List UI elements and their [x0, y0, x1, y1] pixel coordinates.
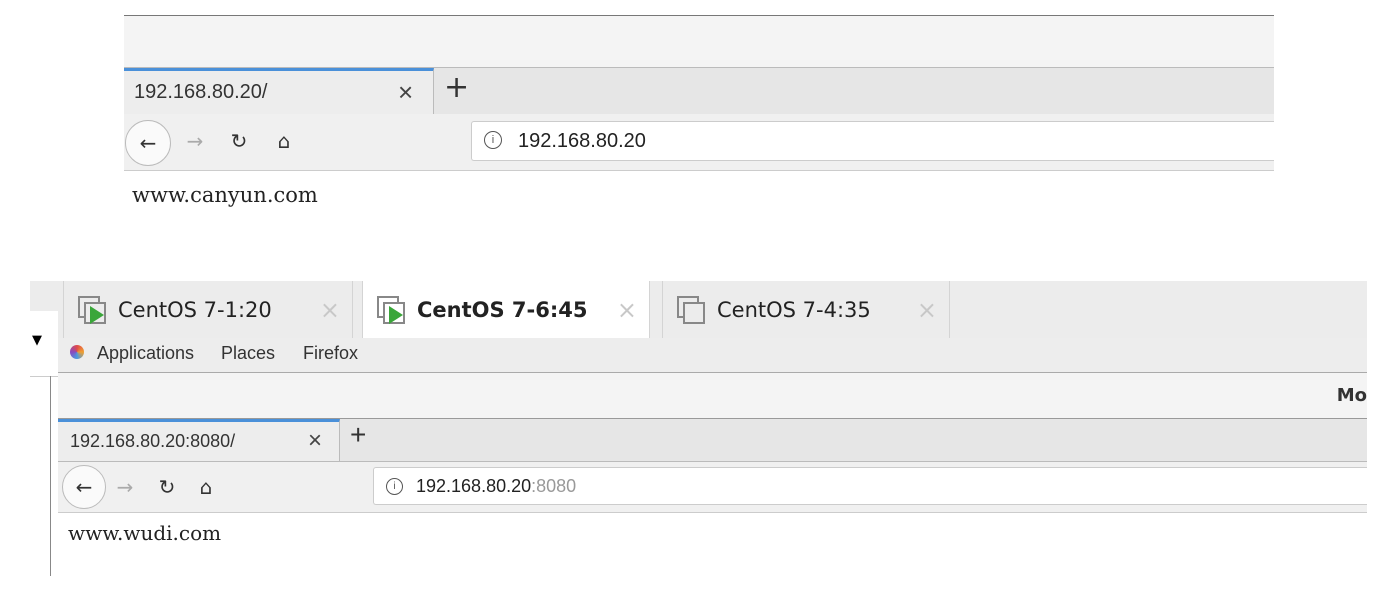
tab-title: 192.168.80.20:8080/: [70, 431, 236, 451]
left-panel-vline: [50, 376, 51, 576]
menu-applications[interactable]: Applications: [97, 343, 194, 364]
vm-tab-label: CentOS 7-4:35: [717, 297, 871, 322]
close-icon[interactable]: ×: [320, 296, 340, 324]
info-icon: i: [484, 131, 502, 149]
url-port: :8080: [531, 476, 577, 496]
back-button[interactable]: ←: [62, 465, 106, 509]
url-bar[interactable]: i 192.168.80.20: [471, 121, 1274, 161]
back-arrow-icon: ←: [75, 475, 93, 499]
left-panel-divider: [30, 376, 58, 377]
menu-firefox[interactable]: Firefox: [303, 343, 358, 364]
vm-tab-centos-7-1[interactable]: CentOS 7-1:20 ×: [63, 281, 353, 338]
tab-strip: 192.168.80.20/ × +: [124, 67, 1274, 115]
reload-icon: ↻: [158, 475, 176, 499]
vm-tab-label: CentOS 7-1:20: [118, 297, 272, 322]
new-tab-button[interactable]: +: [444, 70, 469, 105]
left-panel-top: [30, 281, 58, 311]
home-icon: ⌂: [199, 475, 213, 499]
vm-left-panel: ▼: [30, 281, 58, 576]
top-browser-window: 192.168.80.20/ × + ← → ↻ ⌂ i 192.168.80.…: [124, 15, 1274, 171]
new-tab-button[interactable]: +: [350, 419, 366, 451]
applications-icon: [70, 345, 84, 359]
vm-tab-label: CentOS 7-6:45: [417, 297, 588, 322]
window-title: Mo: [1336, 385, 1367, 406]
back-button[interactable]: ←: [125, 120, 171, 166]
browser-tab[interactable]: 192.168.80.20:8080/ ×: [58, 419, 340, 461]
reload-button[interactable]: ↻: [224, 126, 254, 156]
bottom-tab-strip: 192.168.80.20:8080/ × +: [58, 419, 1367, 462]
vm-tab-centos-7-4[interactable]: CentOS 7-4:35 ×: [662, 281, 950, 338]
dropdown-arrow-icon[interactable]: ▼: [32, 333, 42, 348]
browser-tab[interactable]: 192.168.80.20/ ×: [124, 68, 434, 114]
url-text: 192.168.80.20:8080: [416, 476, 576, 497]
vm-running-icon: [377, 295, 405, 324]
bottom-nav-bar: ← → ↻ ⌂ i 192.168.80.20:8080: [58, 462, 1367, 513]
forward-arrow-icon: →: [186, 129, 204, 153]
home-icon: ⌂: [277, 129, 291, 153]
url-text: 192.168.80.20: [518, 130, 646, 152]
close-tab-icon[interactable]: ×: [308, 427, 322, 455]
close-tab-icon[interactable]: ×: [398, 77, 413, 108]
close-icon[interactable]: ×: [917, 296, 937, 324]
vm-tab-centos-7-6[interactable]: CentOS 7-6:45 ×: [362, 281, 650, 338]
url-bar[interactable]: i 192.168.80.20:8080: [373, 467, 1367, 505]
title-area: [124, 15, 1274, 68]
url-host: 192.168.80.20: [416, 476, 532, 496]
vm-running-icon: [78, 295, 106, 324]
reload-icon: ↻: [230, 129, 248, 153]
forward-button[interactable]: →: [180, 126, 210, 156]
back-arrow-icon: ←: [139, 131, 157, 155]
menu-places[interactable]: Places: [221, 343, 275, 364]
info-icon: i: [386, 478, 403, 495]
nav-bar: ← → ↻ ⌂ i 192.168.80.20: [124, 114, 1274, 171]
forward-arrow-icon: →: [116, 475, 134, 499]
page-content-text: www.wudi.com: [68, 521, 222, 545]
gnome-top-bar: Applications Places Firefox: [58, 338, 1367, 373]
reload-button[interactable]: ↻: [152, 472, 182, 502]
close-icon[interactable]: ×: [617, 296, 637, 324]
page-content-text: www.canyun.com: [132, 183, 318, 207]
tab-title: 192.168.80.20/: [134, 81, 268, 103]
vm-stopped-icon: [677, 295, 705, 324]
forward-button[interactable]: →: [110, 472, 140, 502]
home-button[interactable]: ⌂: [269, 126, 299, 156]
firefox-titlebar: Mo: [58, 373, 1367, 419]
home-button[interactable]: ⌂: [191, 472, 221, 502]
